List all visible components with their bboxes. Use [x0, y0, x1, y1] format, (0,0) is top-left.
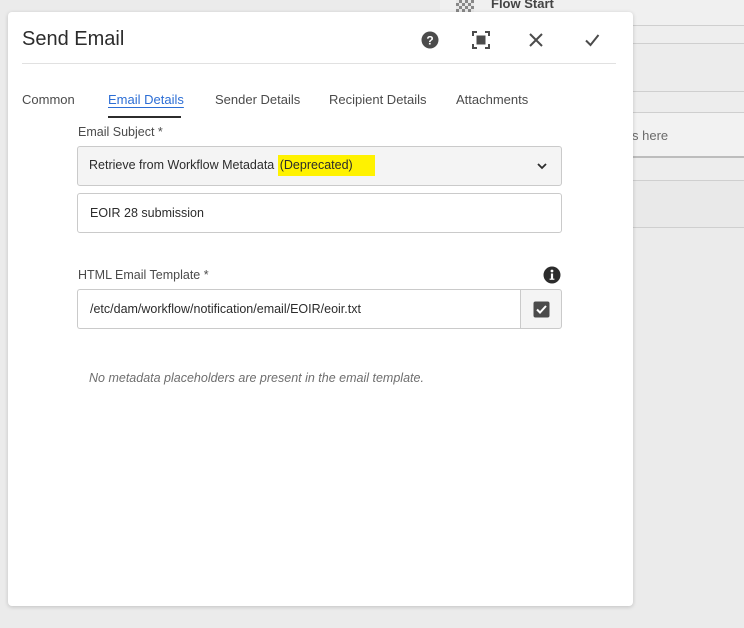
tab-email-details[interactable]: Email Details: [108, 92, 184, 107]
deprecated-highlight: (Deprecated): [277, 155, 375, 176]
fullscreen-icon: [472, 31, 490, 49]
dialog-title: Send Email: [22, 28, 125, 50]
html-email-template-label: HTML Email Template *: [78, 268, 209, 282]
tab-sender-details[interactable]: Sender Details: [215, 92, 300, 107]
flow-start-label: Flow Start: [491, 0, 554, 11]
help-icon: ?: [421, 31, 439, 49]
check-icon: [585, 34, 600, 47]
select-value-text: Retrieve from Workflow Metadata: [89, 158, 278, 172]
tab-recipient-details[interactable]: Recipient Details: [329, 92, 427, 107]
metadata-placeholder-note: No metadata placeholders are present in …: [89, 371, 424, 385]
send-email-dialog: Send Email ? Common Email Details Sender…: [8, 12, 633, 606]
close-icon: [529, 33, 543, 47]
active-tab-indicator: [108, 116, 181, 118]
help-button[interactable]: ?: [419, 29, 441, 51]
tab-common[interactable]: Common: [22, 92, 75, 107]
select-value: Retrieve from Workflow Metadata (Depreca…: [89, 155, 375, 176]
chevron-down-icon: [537, 163, 547, 170]
checkered-flag-icon: [456, 0, 474, 12]
close-button[interactable]: [525, 29, 547, 51]
header-divider: [22, 63, 616, 64]
browse-template-button[interactable]: [520, 289, 562, 329]
drop-hint-text: s here: [632, 128, 669, 143]
email-subject-source-select[interactable]: Retrieve from Workflow Metadata (Depreca…: [77, 146, 562, 186]
checkbox-icon: [533, 301, 549, 317]
html-email-template-input[interactable]: [77, 289, 521, 329]
info-icon[interactable]: [543, 266, 561, 284]
email-subject-input[interactable]: [77, 193, 562, 233]
done-button[interactable]: [581, 29, 603, 51]
tab-attachments[interactable]: Attachments: [456, 92, 528, 107]
email-subject-label: Email Subject *: [78, 125, 163, 139]
svg-text:?: ?: [426, 34, 433, 48]
fullscreen-button[interactable]: [470, 29, 492, 51]
